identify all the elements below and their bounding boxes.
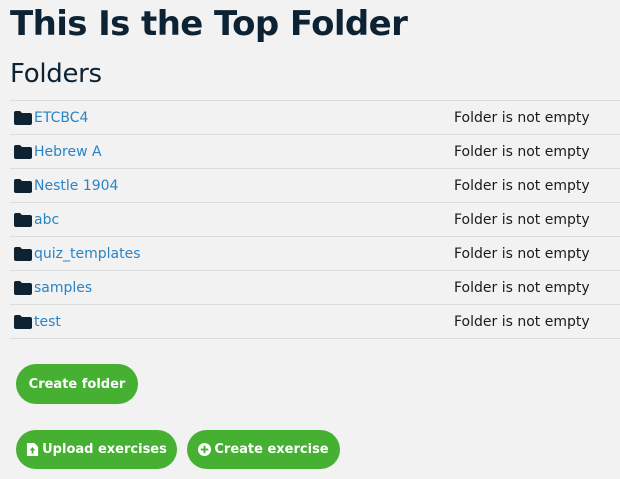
folder-table: ETCBC4 Folder is not empty Hebrew A Fold… [10,100,620,339]
upload-exercises-button[interactable]: Upload exercises [16,430,177,469]
folder-icon [14,280,32,295]
plus-circle-icon [198,443,212,456]
folder-icon [14,314,32,329]
folder-link[interactable]: Nestle 1904 [34,178,118,194]
folder-link[interactable]: test [34,314,61,330]
folder-icon [14,212,32,227]
folder-status: Folder is not empty [454,144,590,160]
folder-row: test Folder is not empty [10,305,620,339]
folder-icon [14,110,32,125]
folder-status: Folder is not empty [454,212,590,228]
folder-row: quiz_templates Folder is not empty [10,237,620,271]
file-upload-icon [27,443,39,456]
folder-status: Folder is not empty [454,178,590,194]
folder-row: ETCBC4 Folder is not empty [10,101,620,135]
folder-icon [14,246,32,261]
folder-icon [14,178,32,193]
create-folder-button[interactable]: Create folder [16,364,138,404]
folder-status: Folder is not empty [454,280,590,296]
folder-link[interactable]: abc [34,212,59,228]
page-title: This Is the Top Folder [10,4,408,44]
section-title: Folders [10,59,102,89]
folder-link[interactable]: ETCBC4 [34,110,88,126]
folder-row: abc Folder is not empty [10,203,620,237]
upload-exercises-label: Upload exercises [42,442,167,457]
folder-link[interactable]: samples [34,280,92,296]
folder-link[interactable]: Hebrew A [34,144,102,160]
create-folder-label: Create folder [28,376,126,392]
folder-icon [14,144,32,159]
create-exercise-button[interactable]: Create exercise [187,430,340,469]
folder-status: Folder is not empty [454,246,590,262]
folder-link[interactable]: quiz_templates [34,246,141,262]
create-exercise-label: Create exercise [214,442,329,457]
folder-row: Nestle 1904 Folder is not empty [10,169,620,203]
folder-row: Hebrew A Folder is not empty [10,135,620,169]
page: This Is the Top Folder Folders ETCBC4 Fo… [0,0,620,479]
folder-status: Folder is not empty [454,314,590,330]
folder-status: Folder is not empty [454,110,590,126]
folder-row: samples Folder is not empty [10,271,620,305]
